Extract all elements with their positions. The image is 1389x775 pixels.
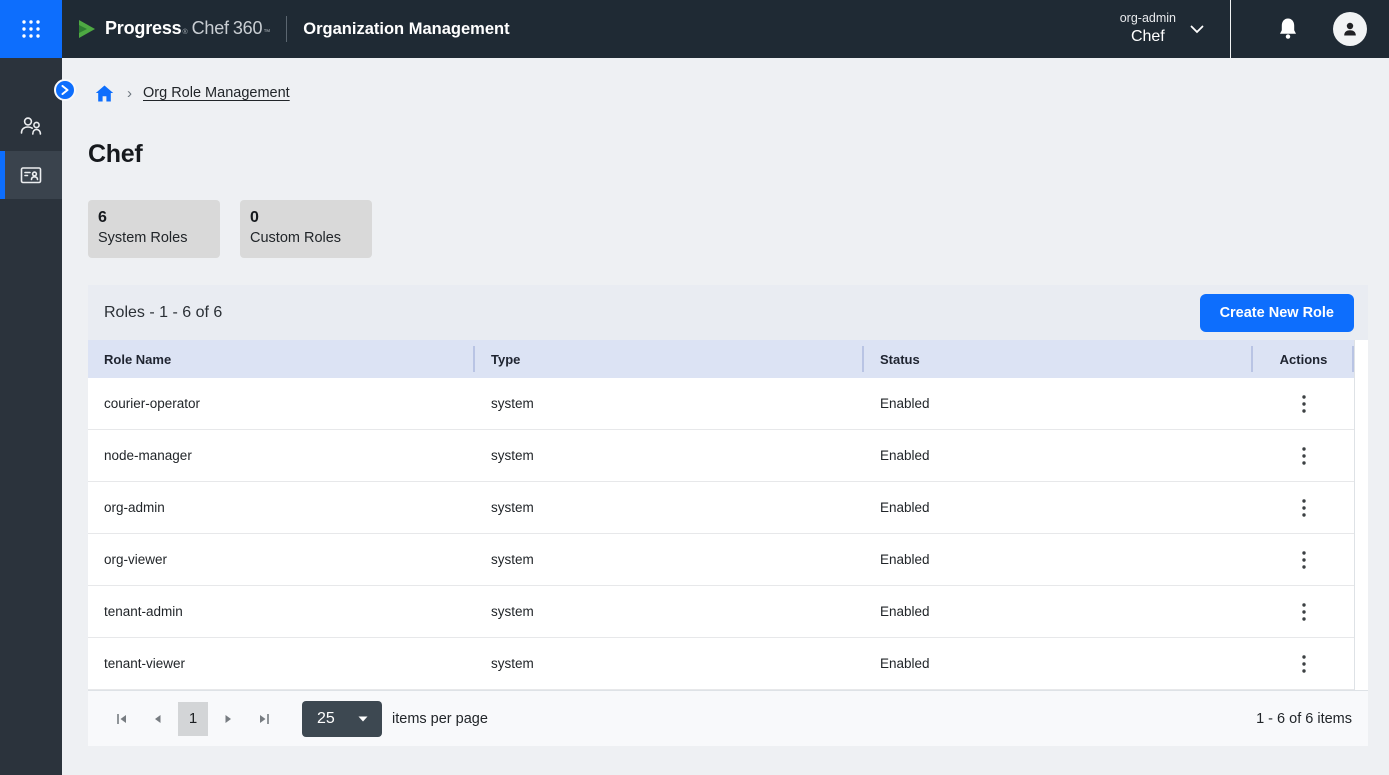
waffle-grid-icon xyxy=(20,18,42,40)
table-header-row: Role Name Type Status Actions xyxy=(88,340,1368,378)
row-actions-kebab-button[interactable] xyxy=(1294,391,1314,417)
cell-status: Enabled xyxy=(864,534,1253,585)
cell-role-name: tenant-admin xyxy=(88,586,475,637)
table-scrollbar-track[interactable] xyxy=(1354,340,1368,690)
custom-roles-count: 0 xyxy=(250,208,372,228)
roles-panel-header: Roles - 1 - 6 of 6 Create New Role xyxy=(88,285,1368,340)
system-roles-count: 6 xyxy=(98,208,220,228)
page-title: Chef xyxy=(88,140,1389,169)
roles-panel: Roles - 1 - 6 of 6 Create New Role Role … xyxy=(88,285,1368,746)
breadcrumb-separator-icon: › xyxy=(127,85,132,102)
breadcrumb-home-link[interactable] xyxy=(95,85,114,102)
next-page-button[interactable] xyxy=(210,702,246,736)
main-content: › Org Role Management Chef 6 System Role… xyxy=(62,58,1389,775)
create-new-role-button[interactable]: Create New Role xyxy=(1200,294,1354,332)
cell-role-name: tenant-viewer xyxy=(88,638,475,689)
brand-secondary-text: Chef xyxy=(192,18,229,39)
org-switcher[interactable]: org-admin Chef xyxy=(1120,11,1176,47)
users-icon xyxy=(18,114,44,138)
table-row: node-manager system Enabled xyxy=(88,430,1368,482)
brand-primary-text: Progress xyxy=(105,18,181,39)
cell-role-name: org-viewer xyxy=(88,534,475,585)
cell-type: system xyxy=(475,378,864,429)
cell-role-name: node-manager xyxy=(88,430,475,481)
page-number-button[interactable]: 1 xyxy=(178,702,208,736)
page-size-dropdown[interactable]: 25 xyxy=(302,701,382,737)
custom-roles-card: 0 Custom Roles xyxy=(240,200,372,258)
topbar-divider xyxy=(286,16,287,42)
caret-left-icon xyxy=(150,711,166,727)
column-header-role-name[interactable]: Role Name xyxy=(88,340,475,378)
row-actions-kebab-button[interactable] xyxy=(1294,599,1314,625)
custom-roles-label: Custom Roles xyxy=(250,228,372,248)
home-icon xyxy=(95,85,114,102)
cell-role-name: org-admin xyxy=(88,482,475,533)
person-icon xyxy=(1341,20,1359,38)
system-roles-label: System Roles xyxy=(98,228,220,248)
seek-first-icon xyxy=(114,711,130,727)
stat-cards: 6 System Roles 0 Custom Roles xyxy=(88,200,1389,258)
column-header-type[interactable]: Type xyxy=(475,340,864,378)
sidebar-expand-button[interactable] xyxy=(54,79,76,101)
brand-logo: Progress® Chef 360™ xyxy=(76,18,270,40)
row-actions-kebab-button[interactable] xyxy=(1294,443,1314,469)
table-row: org-admin system Enabled xyxy=(88,482,1368,534)
previous-page-button[interactable] xyxy=(140,702,176,736)
table-row: org-viewer system Enabled xyxy=(88,534,1368,586)
brand-suffix-text: 360 xyxy=(233,18,262,39)
user-role-label: org-admin xyxy=(1120,11,1176,26)
first-page-button[interactable] xyxy=(104,702,140,736)
cell-status: Enabled xyxy=(864,638,1253,689)
last-page-button[interactable] xyxy=(246,702,282,736)
cell-status: Enabled xyxy=(864,430,1253,481)
row-actions-kebab-button[interactable] xyxy=(1294,547,1314,573)
top-bar: Progress® Chef 360™ Organization Managem… xyxy=(0,0,1389,58)
registered-mark: ® xyxy=(182,29,187,36)
table-body: courier-operator system Enabled node-man… xyxy=(88,378,1368,690)
breadcrumb-current-link[interactable]: Org Role Management xyxy=(143,85,290,101)
user-avatar-button[interactable] xyxy=(1333,12,1367,46)
row-actions-kebab-button[interactable] xyxy=(1294,495,1314,521)
left-sidebar xyxy=(0,58,62,775)
breadcrumb: › Org Role Management xyxy=(88,80,1389,106)
page-size-value: 25 xyxy=(317,710,335,728)
sidebar-item-roles[interactable] xyxy=(0,151,62,199)
cell-type: system xyxy=(475,534,864,585)
cell-type: system xyxy=(475,638,864,689)
pagination-bar: 1 25 items per page 1 - 6 of 6 items xyxy=(88,690,1368,746)
caret-down-icon xyxy=(358,716,368,722)
items-per-page-label: items per page xyxy=(392,711,488,727)
progress-chevron-icon xyxy=(76,18,98,40)
user-org-label: Chef xyxy=(1131,26,1165,47)
table-row: courier-operator system Enabled xyxy=(88,378,1368,430)
row-actions-kebab-button[interactable] xyxy=(1294,651,1314,677)
cell-type: system xyxy=(475,586,864,637)
caret-right-icon xyxy=(220,711,236,727)
column-header-status[interactable]: Status xyxy=(864,340,1253,378)
cell-role-name: courier-operator xyxy=(88,378,475,429)
app-title: Organization Management xyxy=(303,20,509,39)
topbar-right-divider xyxy=(1230,0,1231,58)
cell-status: Enabled xyxy=(864,586,1253,637)
bell-icon xyxy=(1277,17,1299,41)
sidebar-item-users[interactable] xyxy=(0,102,62,150)
chevron-down-icon[interactable] xyxy=(1190,25,1204,34)
cell-status: Enabled xyxy=(864,378,1253,429)
table-row: tenant-admin system Enabled xyxy=(88,586,1368,638)
cell-type: system xyxy=(475,482,864,533)
roles-panel-title: Roles - 1 - 6 of 6 xyxy=(104,304,222,322)
id-card-icon xyxy=(18,163,44,187)
trademark-mark: ™ xyxy=(263,29,270,36)
seek-last-icon xyxy=(256,711,272,727)
app-launcher-button[interactable] xyxy=(0,0,62,58)
system-roles-card: 6 System Roles xyxy=(88,200,220,258)
cell-status: Enabled xyxy=(864,482,1253,533)
chevron-right-icon xyxy=(61,85,69,95)
table-row: tenant-viewer system Enabled xyxy=(88,638,1368,690)
column-header-actions: Actions xyxy=(1253,340,1354,378)
notifications-button[interactable] xyxy=(1277,17,1299,41)
cell-type: system xyxy=(475,430,864,481)
pagination-range-label: 1 - 6 of 6 items xyxy=(1256,711,1352,727)
